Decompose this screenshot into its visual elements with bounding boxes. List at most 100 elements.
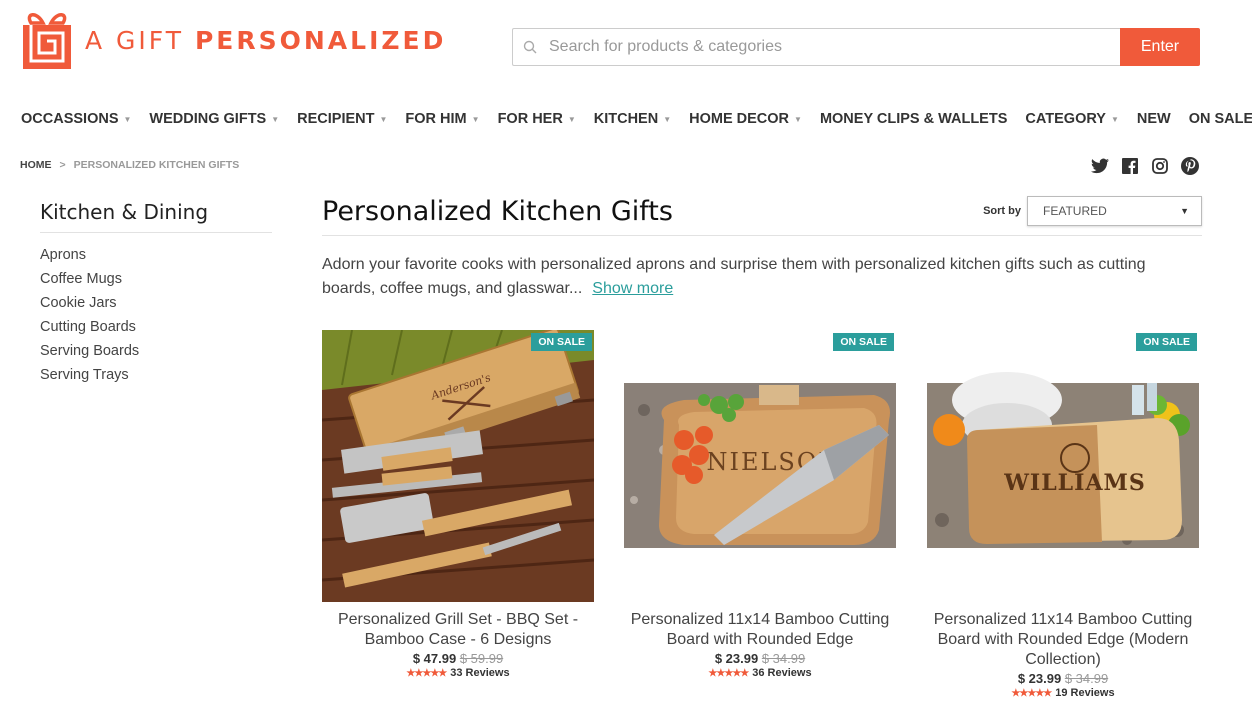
breadcrumb-home-link[interactable]: HOME	[20, 159, 52, 171]
caret-down-icon: ▼	[123, 114, 132, 124]
nav-item-category[interactable]: CATEGORY ▼	[1025, 109, 1118, 129]
sidebar-item-cookie-jars[interactable]: Cookie Jars	[40, 291, 272, 315]
product-image-modern-board[interactable]: WILLIAMS ON SALE	[927, 330, 1199, 602]
twitter-icon[interactable]	[1091, 157, 1109, 175]
caret-down-icon: ▼	[271, 114, 280, 124]
main-nav: OCCASSIONS ▼ WEDDING GIFTS ▼ RECIPIENT ▼ FO…	[21, 109, 1252, 129]
sale-price: $ 23.99	[714, 651, 759, 666]
brand-name-part2: PERSONALIZED	[194, 25, 447, 55]
sidebar-item-coffee-mugs[interactable]: Coffee Mugs	[40, 267, 272, 291]
product-image-bamboo-board[interactable]: NIELSON ON SALE	[624, 330, 896, 602]
product-price: $ 23.99 $ 34.99	[927, 671, 1199, 686]
sidebar-list: Aprons Coffee Mugs Cookie Jars Cutting B…	[40, 243, 272, 387]
brand-logo[interactable]: A GIFT PERSONALIZED	[21, 9, 446, 71]
product-title[interactable]: Personalized 11x14 Bamboo Cutting Board …	[624, 610, 896, 650]
breadcrumb: HOME > PERSONALIZED KITCHEN GIFTS	[20, 159, 239, 171]
caret-down-icon: ▼	[1110, 114, 1119, 124]
search-bar: Enter	[512, 28, 1200, 66]
nav-item-money-clips-wallets[interactable]: MONEY CLIPS & WALLETS	[820, 109, 1007, 129]
nav-item-new[interactable]: NEW	[1137, 109, 1171, 129]
review-count: 33 Reviews	[450, 667, 510, 679]
sort-value: FEATURED	[1043, 204, 1107, 218]
sidebar-item-cutting-boards[interactable]: Cutting Boards	[40, 315, 272, 339]
nav-item-occassions[interactable]: OCCASSIONS ▼	[21, 109, 131, 129]
search-input[interactable]	[549, 38, 1069, 56]
star-rating-icon: ★★★★★	[1011, 688, 1052, 699]
category-sidebar: Kitchen & Dining Aprons Coffee Mugs Cook…	[40, 200, 272, 387]
nav-item-label: OCCASSIONS	[21, 111, 119, 127]
nav-item-label: MONEY CLIPS & WALLETS	[819, 111, 1008, 127]
category-description: Adorn your favorite cooks with personali…	[322, 253, 1202, 301]
gift-logo-icon	[21, 9, 73, 71]
product-title[interactable]: Personalized Grill Set - BBQ Set - Bambo…	[322, 610, 594, 650]
nav-item-label: WEDDING GIFTS	[149, 111, 267, 127]
sidebar-item-serving-trays[interactable]: Serving Trays	[40, 363, 272, 387]
product-rating[interactable]: ★★★★★ 33 Reviews	[322, 667, 594, 679]
product-card[interactable]: NIELSON ON SALE Personalized 11x14 Bambo…	[624, 330, 896, 679]
nav-item-label: RECIPIENT	[297, 111, 375, 127]
nav-item-kitchen[interactable]: KITCHEN ▼	[594, 109, 671, 129]
nav-item-for-him[interactable]: FOR HIM ▼	[405, 109, 479, 129]
brand-name: A GIFT PERSONALIZED	[85, 26, 446, 55]
instagram-icon[interactable]	[1151, 157, 1169, 175]
product-rating[interactable]: ★★★★★ 19 Reviews	[927, 687, 1199, 699]
nav-item-label: NEW	[1136, 111, 1171, 127]
nav-item-wedding-gifts[interactable]: WEDDING GIFTS ▼	[149, 109, 279, 129]
search-field[interactable]	[512, 28, 1120, 66]
sidebar-item-aprons[interactable]: Aprons	[40, 243, 272, 267]
product-card[interactable]: Anderson's ON SALE Personalized Grill Se…	[321, 327, 595, 679]
product-image-grill-set[interactable]: Anderson's ON SALE	[321, 327, 595, 602]
pinterest-icon[interactable]	[1181, 157, 1199, 175]
product-card[interactable]: WILLIAMS ON SALE Personalized 11x14 Bamb…	[927, 330, 1199, 699]
social-links	[1091, 157, 1199, 175]
nav-item-label: HOME DECOR	[689, 111, 790, 127]
engraving-text: WILLIAMS	[1003, 470, 1146, 496]
facebook-icon[interactable]	[1121, 157, 1139, 175]
caret-down-icon: ▼	[663, 114, 672, 124]
star-rating-icon: ★★★★★	[708, 668, 749, 679]
site-header: A GIFT PERSONALIZED Enter	[0, 0, 1252, 90]
product-price: $ 23.99 $ 34.99	[624, 651, 896, 666]
on-sale-badge: ON SALE	[531, 333, 592, 351]
original-price: $ 34.99	[761, 651, 806, 666]
caret-down-icon: ▼	[379, 114, 388, 124]
main-content: Personalized Kitchen Gifts Sort by FEATU…	[322, 194, 1202, 301]
search-enter-button[interactable]: Enter	[1120, 28, 1200, 66]
caret-down-icon: ▼	[794, 114, 802, 124]
sidebar-item-serving-boards[interactable]: Serving Boards	[40, 339, 272, 363]
sidebar-title: Kitchen & Dining	[40, 200, 272, 233]
product-title[interactable]: Personalized 11x14 Bamboo Cutting Board …	[927, 610, 1199, 670]
product-rating[interactable]: ★★★★★ 36 Reviews	[624, 667, 896, 679]
sort-control: Sort by FEATURED ▼	[983, 196, 1202, 226]
nav-item-for-her[interactable]: FOR HER ▼	[498, 109, 576, 129]
sort-label: Sort by	[983, 205, 1021, 217]
dropdown-arrow-icon: ▼	[1180, 206, 1189, 216]
on-sale-badge: ON SALE	[833, 333, 894, 351]
show-more-link[interactable]: Show more	[592, 280, 673, 297]
review-count: 36 Reviews	[752, 667, 812, 679]
nav-item-on-sale[interactable]: ON SALE	[1189, 109, 1252, 129]
nav-item-label: ON SALE	[1188, 111, 1252, 127]
description-text: Adorn your favorite cooks with personali…	[322, 256, 1146, 297]
search-icon	[523, 40, 537, 54]
star-rating-icon: ★★★★★	[406, 668, 447, 679]
caret-down-icon: ▼	[567, 114, 576, 124]
sale-price: $ 47.99	[412, 651, 457, 666]
nav-item-label: KITCHEN	[593, 111, 659, 127]
review-count: 19 Reviews	[1055, 687, 1115, 699]
product-price: $ 47.99 $ 59.99	[322, 651, 594, 666]
nav-item-label: CATEGORY	[1025, 111, 1106, 127]
nav-item-recipient[interactable]: RECIPIENT ▼	[297, 109, 387, 129]
sale-price: $ 23.99	[1017, 671, 1062, 686]
nav-item-home-decor[interactable]: HOME DECOR ▼	[689, 109, 802, 129]
breadcrumb-current: PERSONALIZED KITCHEN GIFTS	[73, 159, 240, 171]
brand-name-part1: A GIFT	[85, 25, 195, 55]
caret-down-icon: ▼	[471, 114, 480, 124]
breadcrumb-separator: >	[59, 159, 66, 171]
sort-dropdown[interactable]: FEATURED ▼	[1027, 196, 1202, 226]
on-sale-badge: ON SALE	[1136, 333, 1197, 351]
nav-item-label: FOR HIM	[405, 111, 467, 127]
original-price: $ 59.99	[459, 651, 504, 666]
original-price: $ 34.99	[1064, 671, 1109, 686]
nav-item-label: FOR HER	[497, 111, 563, 127]
